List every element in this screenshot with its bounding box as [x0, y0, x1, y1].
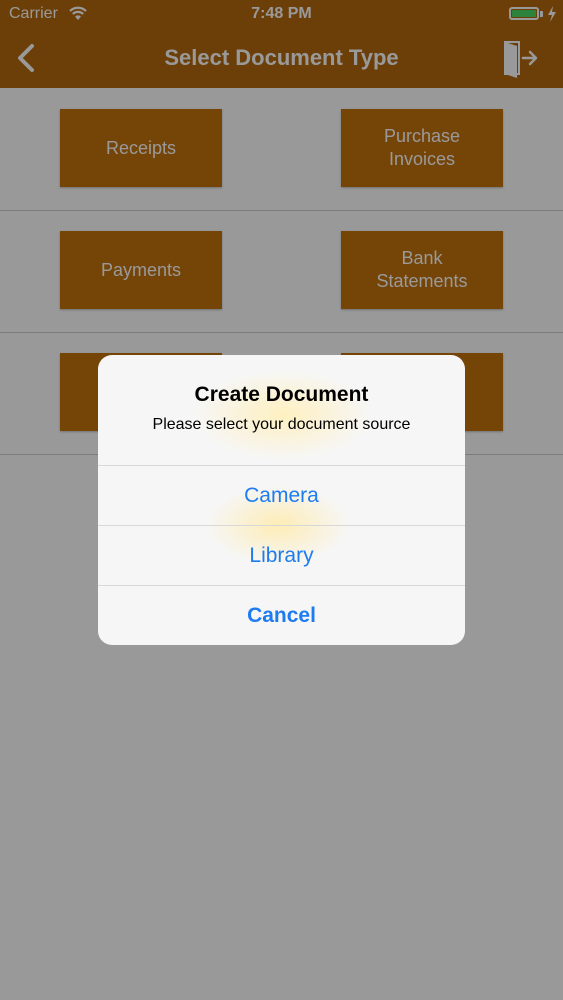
cancel-button[interactable]: Cancel: [98, 585, 465, 645]
alert-title: Create Document: [194, 383, 369, 406]
create-document-alert: Create Document Please select your docum…: [98, 355, 465, 645]
alert-message: Please select your document source: [152, 416, 411, 433]
camera-button[interactable]: Camera: [98, 465, 465, 526]
library-button[interactable]: Library: [98, 525, 465, 586]
